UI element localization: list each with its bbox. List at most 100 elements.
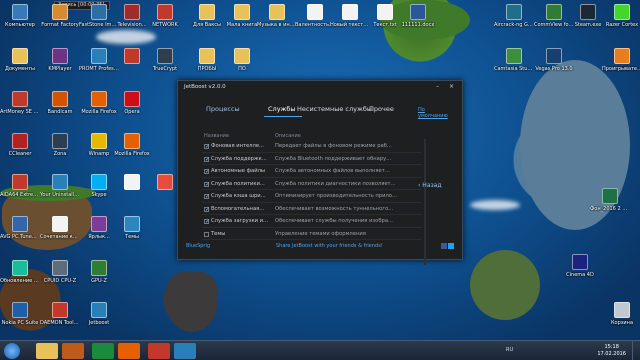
service-row[interactable]: Фоновая интелле... Передает файлы в фонов… (202, 140, 422, 153)
desktop-icon[interactable]: Мала книга (222, 4, 262, 28)
desktop-icon-glyph (124, 216, 140, 232)
back-button[interactable]: ‹ Назад (418, 182, 442, 189)
desktop-icon[interactable]: Обновление и устройств... (0, 260, 40, 284)
service-name: Служба кэша шри... (211, 193, 266, 199)
desktop-icon[interactable]: Документы (0, 48, 40, 72)
clock[interactable]: 15:18 17.02.2016 (597, 344, 626, 358)
service-checkbox[interactable] (204, 204, 210, 216)
taskbar: RU 15:18 17.02.2016 (0, 340, 640, 360)
taskbar-app-firefox[interactable] (118, 343, 140, 359)
desktop-icon[interactable]: AIDA64 Extreme (0, 174, 40, 198)
service-checkbox[interactable] (204, 231, 209, 237)
desktop-icon[interactable]: Фон_2016 2 дод27.xls (590, 188, 630, 212)
desktop-icon[interactable]: ПО (222, 48, 262, 72)
desktop-icon[interactable]: Корзина (602, 302, 640, 326)
service-description: Передает файлы в фоновом режиме раб... (275, 143, 392, 149)
desktop-icon[interactable]: CPUID CPU-Z (40, 260, 80, 284)
desktop-icon-glyph (269, 4, 285, 20)
desktop-icon-glyph (342, 4, 358, 20)
taskbar-app-bandicam[interactable] (148, 343, 170, 359)
desktop-icon[interactable]: Razer Cortex (602, 4, 640, 28)
service-checkbox[interactable] (204, 154, 210, 166)
desktop-icon[interactable]: Jetboost (79, 302, 119, 326)
service-name: Темы (211, 230, 226, 237)
desktop-icon[interactable]: Проигрыватель (602, 48, 640, 72)
desktop-icon[interactable]: KMPlayer (40, 48, 80, 72)
desktop-icon[interactable]: Сочетание клавиш... (40, 216, 80, 240)
tab-processes[interactable]: Процессы (206, 105, 240, 113)
column-description[interactable]: Описание (275, 133, 301, 139)
desktop-icon[interactable]: Музыка в интернете (257, 4, 297, 28)
service-row[interactable]: Служба кэша шри... Оптимизирует производи… (202, 190, 422, 203)
window-controls[interactable]: – × (436, 83, 458, 90)
desktop-icon[interactable]: Валентность.txt (295, 4, 335, 28)
desktop-icon-glyph (546, 48, 562, 64)
desktop-icon-label: CCleaner (8, 151, 32, 157)
desktop-icon-glyph (52, 133, 68, 149)
system-tray: RU 15:18 17.02.2016 (500, 341, 640, 360)
service-row[interactable]: Служба загрузки и... Обеспечивает службы … (202, 215, 422, 228)
service-row[interactable]: Служба политики... Служба политики диагно… (202, 178, 422, 191)
tab-services[interactable]: Службы (264, 105, 302, 117)
desktop-icon-label: ПРОБЫ (197, 66, 217, 72)
desktop-icon-glyph (410, 4, 426, 20)
desktop-icon[interactable]: ПРОБЫ (187, 48, 227, 72)
desktop-icon[interactable]: DAEMON Tools Lite (40, 302, 80, 326)
desktop-icon[interactable]: Camtasia Studio 7 (494, 48, 534, 72)
desktop-icon[interactable]: Zona (40, 133, 80, 157)
desktop-icon[interactable]: Vegas Pro 13.0 (534, 48, 574, 72)
service-checkbox[interactable] (204, 191, 210, 203)
taskbar-app-jetboost[interactable] (174, 343, 196, 359)
desktop-icon[interactable]: Cinema 4D (560, 254, 600, 278)
desktop-icon[interactable]: 111111.docx (398, 4, 438, 28)
desktop-icon-glyph (52, 91, 68, 107)
desktop-icon[interactable]: NETWORK (145, 4, 185, 28)
taskbar-app-windows-explorer[interactable] (36, 343, 58, 359)
service-checkbox[interactable] (204, 166, 210, 178)
service-row[interactable]: Служба поддержк... Служба Bluetooth подде… (202, 153, 422, 166)
desktop-icon[interactable]: Для Ваксы (187, 4, 227, 28)
desktop-icon-glyph (12, 133, 28, 149)
desktop-icon[interactable]: Opera (112, 91, 152, 115)
desktop-icon[interactable]: Новый текстовый... (330, 4, 370, 28)
service-checkbox[interactable] (204, 216, 210, 228)
cloud (470, 200, 520, 210)
column-name[interactable]: Название (204, 133, 229, 139)
desktop-icon[interactable]: Темы (112, 216, 152, 240)
show-desktop-button[interactable] (632, 341, 640, 360)
desktop-icon[interactable]: TrueCrypt (145, 48, 185, 72)
desktop-icon[interactable]: Mozilla Firefox (112, 133, 152, 157)
footer-brand[interactable]: BlueSprig (186, 243, 210, 249)
footer-share-text[interactable]: Share JetBoost with your friends & frien… (276, 243, 383, 249)
desktop-icon[interactable]: ArtMoney SE v7.41 (0, 91, 40, 115)
desktop-icon[interactable]: CCleaner (0, 133, 40, 157)
default-link[interactable]: По умолчанию (418, 107, 452, 119)
tab-nonsystem-services[interactable]: Несистемные службы (297, 105, 372, 113)
taskbar-app-winamp[interactable] (62, 343, 84, 359)
twitter-icon[interactable] (448, 243, 454, 249)
service-checkbox[interactable] (204, 179, 210, 191)
desktop-icon[interactable]: Format Factory (40, 4, 80, 28)
desktop-icon-label: Format Factory (41, 22, 79, 28)
language-indicator[interactable]: RU (506, 347, 513, 353)
desktop-icon-label: Camtasia Studio 7 (494, 66, 534, 72)
desktop-icon[interactable]: Nokia PC Suite (0, 302, 40, 326)
tab-other[interactable]: Прочее (369, 105, 394, 113)
taskbar-app-media-player[interactable] (92, 343, 114, 359)
desktop-icon[interactable]: GPU-Z (79, 260, 119, 284)
desktop-icon[interactable]: AVG PC TuneUp 2014 (0, 216, 40, 240)
service-row[interactable]: Автономные файлы Служба автономных файлов… (202, 165, 422, 178)
desktop-icon[interactable]: Your Uninstaller! (40, 174, 80, 198)
service-checkbox[interactable] (204, 141, 210, 153)
desktop-icon[interactable]: Aircrack-ng GUI.exe (494, 4, 534, 28)
service-description: Служба Bluetooth поддерживает обнару... (275, 155, 392, 162)
window-titlebar[interactable]: JetBoost v2.0.0 – × (178, 81, 462, 93)
service-row[interactable]: Темы Управление темами оформления (202, 228, 422, 240)
service-row[interactable]: Вспомогательная... Обеспечивает возможнос… (202, 203, 422, 216)
desktop-icon[interactable]: Bandicam (40, 91, 80, 115)
desktop-icon-glyph (614, 48, 630, 64)
start-button[interactable] (4, 343, 20, 359)
desktop-icon[interactable]: Компьютер (0, 4, 40, 28)
desktop-icon-label: AVG PC TuneUp 2014 (0, 234, 40, 240)
facebook-icon[interactable] (441, 243, 447, 249)
